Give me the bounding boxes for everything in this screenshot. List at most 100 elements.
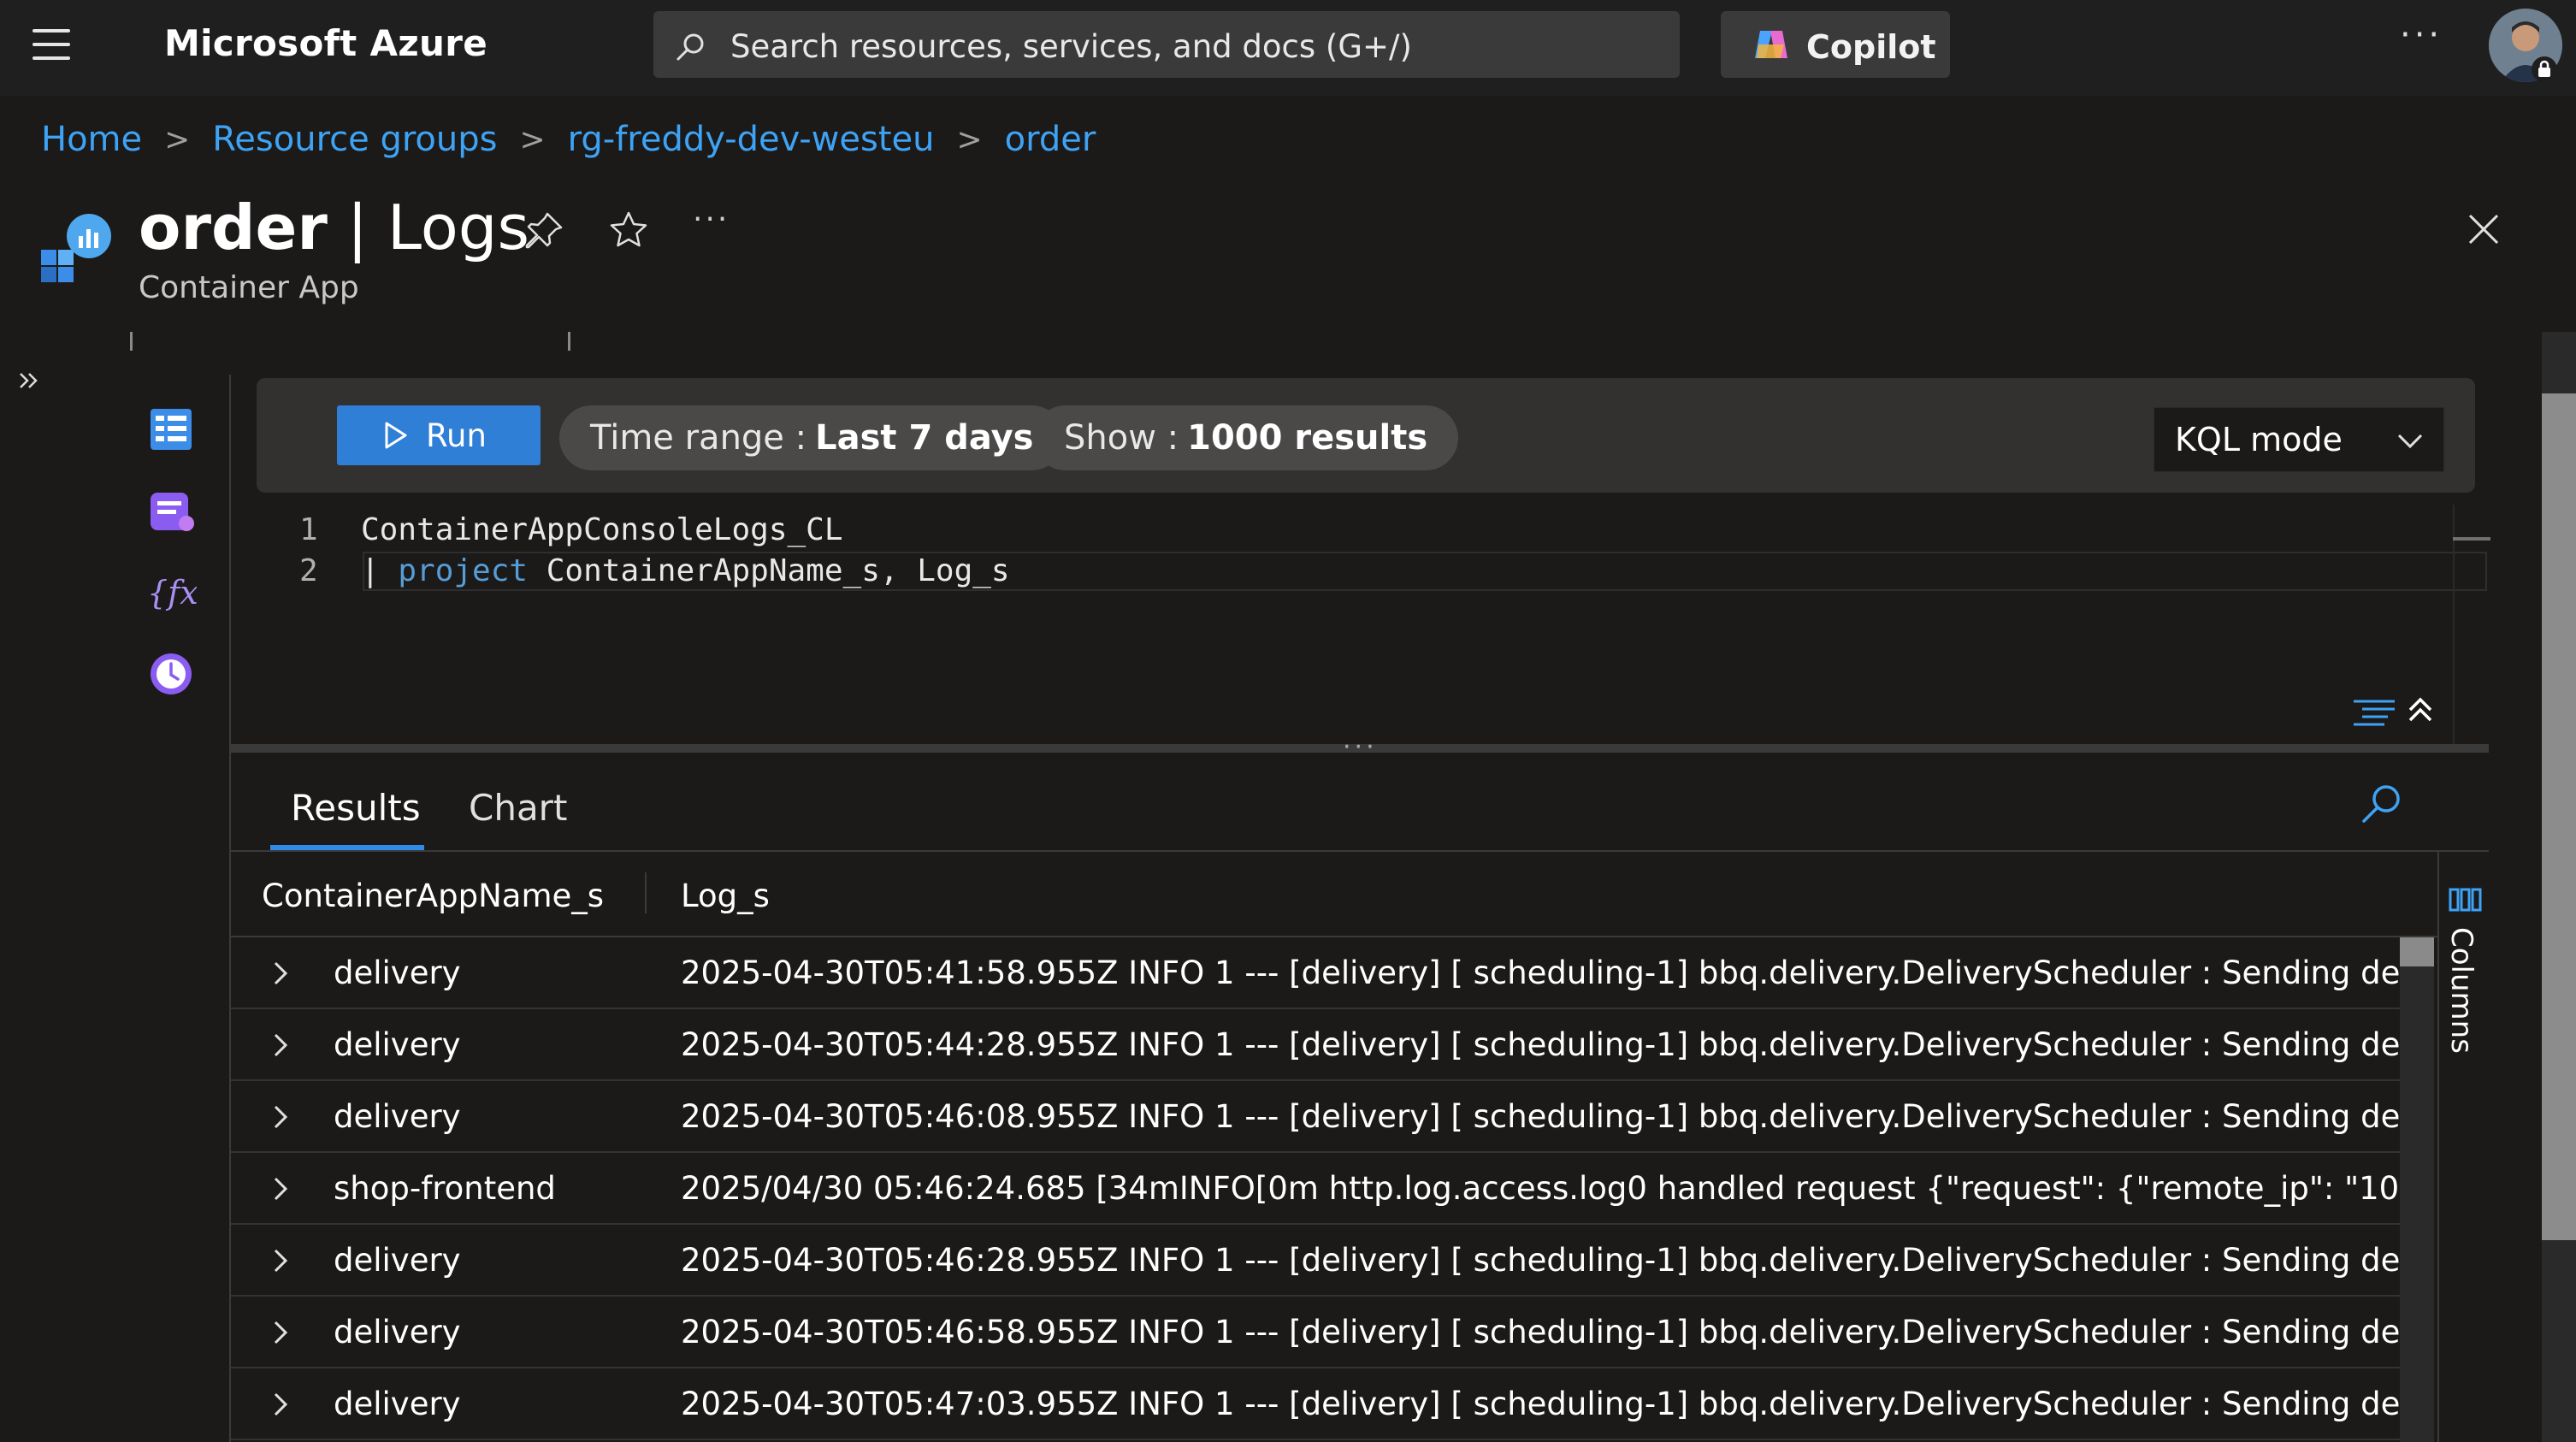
chevron-right-icon: > — [519, 121, 546, 157]
show-value: 1000 results — [1187, 418, 1428, 458]
run-label: Run — [426, 417, 487, 454]
run-button[interactable]: Run — [337, 405, 541, 465]
chevron-down-icon — [2397, 434, 2423, 449]
cell-app-name: delivery — [334, 1386, 461, 1422]
expand-panel-icon[interactable] — [17, 368, 43, 393]
columns-icon[interactable] — [2448, 886, 2482, 913]
tab-chart[interactable]: Chart — [469, 787, 567, 829]
cell-log: 2025-04-30T05:41:58.955Z INFO 1 --- [del… — [681, 954, 2400, 991]
code-line: 1 ContainerAppConsoleLogs_CL — [299, 510, 1010, 551]
results-grid: delivery 2025-04-30T05:41:58.955Z INFO 1… — [231, 937, 2400, 1442]
divider — [130, 332, 133, 351]
table-row[interactable]: delivery 2025-04-30T05:44:28.955Z INFO 1… — [231, 1009, 2400, 1081]
cell-log: 2025-04-30T05:47:03.955Z INFO 1 --- [del… — [681, 1386, 2400, 1422]
page-scrollbar-thumb[interactable] — [2542, 393, 2576, 1240]
result-limit-picker[interactable]: Show : 1000 results — [1033, 405, 1459, 470]
chevron-right-icon[interactable] — [269, 1319, 292, 1346]
chevron-right-icon[interactable] — [269, 1175, 292, 1203]
divider — [231, 850, 2489, 852]
resource-name: order — [139, 192, 328, 263]
grid-scrollbar-thumb[interactable] — [2400, 937, 2434, 966]
pin-icon[interactable] — [523, 209, 566, 251]
tab-results[interactable]: Results — [291, 787, 421, 829]
chevron-right-icon[interactable] — [269, 1391, 292, 1418]
grid-scrollbar[interactable] — [2400, 937, 2434, 1442]
format-query-icon[interactable] — [2350, 696, 2398, 730]
cell-log: 2025-04-30T05:46:58.955Z INFO 1 --- [del… — [681, 1314, 2400, 1350]
brand-title[interactable]: Microsoft Azure — [164, 22, 487, 64]
tables-icon[interactable] — [145, 404, 197, 455]
menu-icon[interactable] — [32, 29, 70, 60]
time-range-picker[interactable]: Time range : Last 7 days — [559, 405, 1065, 470]
editor-scrollbar[interactable] — [2453, 505, 2455, 744]
cell-app-name: delivery — [334, 1242, 461, 1279]
chevron-right-icon: > — [164, 121, 191, 157]
collapse-editor-icon[interactable] — [2403, 693, 2437, 727]
blade-name: Logs — [387, 192, 530, 263]
cell-log: 2025-04-30T05:46:08.955Z INFO 1 --- [del… — [681, 1098, 2400, 1135]
cell-log: 2025-04-30T05:44:28.955Z INFO 1 --- [del… — [681, 1026, 2400, 1063]
chevron-right-icon[interactable] — [269, 960, 292, 987]
column-header-log[interactable]: Log_s — [681, 878, 770, 914]
chevron-right-icon[interactable] — [269, 1103, 292, 1131]
code-text: ContainerAppName_s, Log_s — [528, 553, 1010, 588]
more-options-icon[interactable]: ··· — [2400, 15, 2443, 55]
breadcrumb-home[interactable]: Home — [41, 120, 142, 159]
cell-app-name: shop-frontend — [334, 1170, 556, 1207]
chevron-right-icon: > — [956, 121, 983, 157]
lock-icon — [2532, 56, 2557, 82]
column-resize-handle[interactable] — [645, 872, 647, 913]
table-row[interactable]: delivery 2025-04-30T05:46:08.955Z INFO 1… — [231, 1081, 2400, 1153]
show-label: Show : — [1064, 418, 1179, 458]
breadcrumb-resource-groups[interactable]: Resource groups — [212, 120, 497, 159]
functions-icon[interactable]: {fx} — [145, 566, 197, 618]
container-app-icon — [41, 214, 111, 282]
cell-log: 2025-04-30T05:46:28.955Z INFO 1 --- [del… — [681, 1242, 2400, 1279]
breadcrumb-order[interactable]: order — [1005, 120, 1096, 159]
search-icon[interactable] — [2359, 782, 2405, 828]
cell-app-name: delivery — [334, 1098, 461, 1135]
star-icon[interactable] — [607, 209, 650, 251]
copilot-label: Copilot — [1806, 28, 1936, 66]
more-actions-icon[interactable]: ··· — [693, 202, 730, 237]
table-row[interactable]: delivery 2025-04-30T05:46:28.955Z INFO 1… — [231, 1225, 2400, 1297]
breadcrumb: Home > Resource groups > rg-freddy-dev-w… — [41, 120, 1096, 159]
chevron-right-icon[interactable] — [269, 1031, 292, 1059]
chevron-right-icon[interactable] — [269, 1247, 292, 1274]
table-header: ContainerAppName_s Log_s — [231, 855, 2437, 936]
close-icon[interactable] — [2465, 210, 2502, 248]
cell-app-name: delivery — [334, 1026, 461, 1063]
table-row[interactable]: shop-frontend 2025/04/30 05:46:24.685 [3… — [231, 1153, 2400, 1225]
mode-label: KQL mode — [2175, 421, 2343, 458]
splitter-handle[interactable]: ··· — [1343, 732, 1378, 762]
cell-log: 2025/04/30 05:46:24.685 [34mINFO[0m http… — [681, 1170, 2400, 1207]
table-row[interactable]: delivery 2025-04-30T05:41:58.955Z INFO 1… — [231, 937, 2400, 1009]
code-line: 2 | project ContainerAppName_s, Log_s — [299, 551, 1010, 592]
code-text: ContainerAppConsoleLogs_CL — [361, 512, 843, 547]
page-title: order | Logs — [139, 192, 529, 263]
cell-app-name: delivery — [334, 954, 461, 991]
search-input[interactable]: Search resources, services, and docs (G+… — [730, 28, 1412, 65]
editor-scroll-marker — [2453, 537, 2490, 541]
search-icon — [676, 33, 704, 61]
columns-label[interactable]: Columns — [2444, 927, 2479, 1054]
column-header-app-name[interactable]: ContainerAppName_s — [262, 878, 604, 914]
mode-dropdown[interactable]: KQL mode — [2154, 407, 2444, 472]
line-number: 2 — [299, 553, 318, 588]
table-row[interactable]: delivery 2025-04-30T05:47:03.955Z INFO 1… — [231, 1368, 2400, 1440]
divider — [568, 332, 570, 351]
table-row[interactable]: delivery 2025-04-30T05:46:58.955Z INFO 1… — [231, 1297, 2400, 1368]
code-keyword: project — [398, 553, 529, 588]
copilot-icon — [1755, 31, 1787, 58]
line-number: 1 — [299, 512, 318, 547]
breadcrumb-resource-group[interactable]: rg-freddy-dev-westeu — [568, 120, 935, 159]
time-range-label: Time range : — [590, 418, 807, 458]
copilot-button[interactable]: Copilot — [1721, 11, 1950, 78]
play-icon — [385, 422, 407, 449]
code-pipe: | — [361, 553, 399, 588]
history-icon[interactable] — [145, 648, 197, 700]
title-separator: | — [327, 192, 387, 263]
queries-icon[interactable] — [145, 486, 197, 537]
global-search-box[interactable]: Search resources, services, and docs (G+… — [653, 11, 1680, 78]
query-editor[interactable]: 1 ContainerAppConsoleLogs_CL 2 | project… — [299, 510, 1010, 592]
